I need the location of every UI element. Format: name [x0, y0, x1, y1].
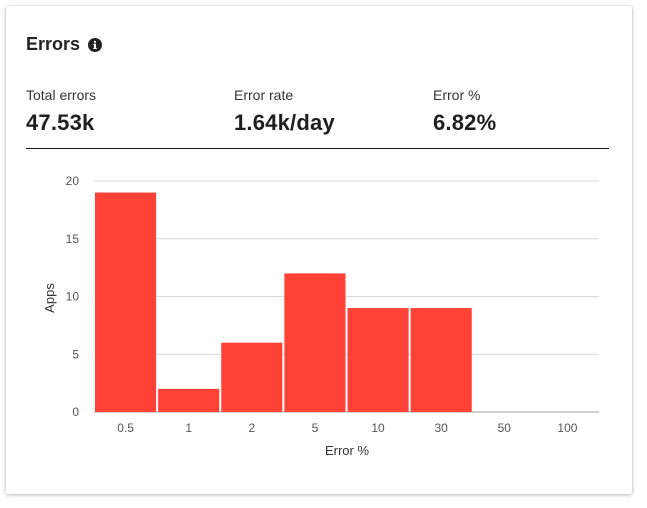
x-tick-label: 10 — [371, 421, 385, 435]
x-tick-label: 2 — [248, 421, 255, 435]
bar-2[interactable] — [221, 342, 283, 412]
y-tick-label: 5 — [72, 347, 79, 361]
x-tick-label: 1 — [185, 421, 192, 435]
errors-card: Errors Total errors 47.53k Error rate 1.… — [6, 6, 632, 494]
y-tick-label: 20 — [66, 174, 80, 188]
y-tick-label: 10 — [66, 290, 80, 304]
y-tick-label: 0 — [72, 405, 79, 419]
x-tick-label: 30 — [435, 421, 449, 435]
y-axis-label: Apps — [42, 283, 57, 313]
y-axis-ticks: 0 5 10 15 20 — [66, 174, 80, 419]
x-tick-label: 100 — [557, 421, 577, 435]
x-tick-label: 0.5 — [117, 421, 134, 435]
bar-0.5[interactable] — [95, 192, 157, 412]
histogram-chart: 0 5 10 15 20 0.5 1 2 5 10 30 50 100 Apps Error % — [42, 174, 599, 458]
bar-1[interactable] — [158, 388, 220, 412]
x-axis-ticks: 0.5 1 2 5 10 30 50 100 — [117, 421, 578, 435]
bar-layer — [95, 192, 472, 412]
x-tick-label: 5 — [312, 421, 319, 435]
y-tick-label: 15 — [66, 232, 80, 246]
bar-30[interactable] — [410, 308, 472, 412]
x-axis-label: Error % — [325, 443, 370, 458]
grid-layer — [94, 180, 599, 413]
bar-10[interactable] — [347, 308, 409, 412]
chart-area: 0 5 10 15 20 0.5 1 2 5 10 30 50 100 Apps Error % — [6, 6, 632, 494]
bar-5[interactable] — [284, 273, 346, 412]
x-tick-label: 50 — [498, 421, 512, 435]
